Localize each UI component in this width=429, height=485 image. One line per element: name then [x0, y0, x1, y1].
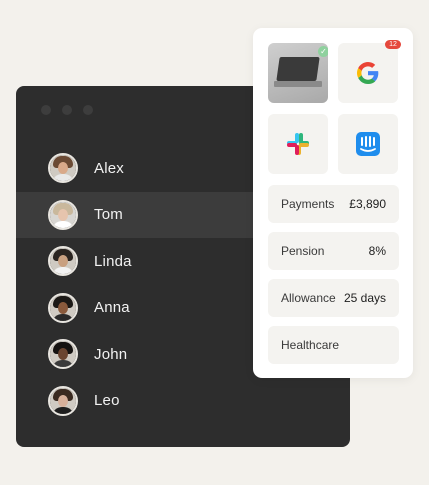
avatar — [48, 199, 78, 230]
maximize-dot[interactable] — [83, 105, 93, 115]
benefit-label: Healthcare — [281, 338, 340, 352]
person-name: John — [94, 345, 128, 363]
benefit-label: Payments — [281, 197, 335, 211]
google-tile[interactable] — [338, 43, 398, 103]
benefit-value: 25 days — [343, 291, 386, 305]
window-controls — [41, 105, 93, 115]
person-name: Alex — [94, 159, 124, 177]
benefit-value: £3,890 — [349, 197, 386, 211]
avatar — [48, 385, 78, 416]
slack-tile[interactable] — [268, 114, 328, 174]
benefit-healthcare[interactable]: Healthcare — [268, 326, 399, 364]
intercom-icon — [356, 132, 380, 156]
person-name: Leo — [94, 392, 120, 410]
avatar — [48, 246, 78, 277]
avatar — [48, 153, 78, 184]
laptop-icon — [276, 57, 320, 81]
benefit-pension[interactable]: Pension 8% — [268, 232, 399, 270]
benefit-payments[interactable]: Payments £3,890 — [268, 185, 399, 223]
intercom-tile[interactable] — [338, 114, 398, 174]
google-icon — [357, 62, 379, 84]
benefit-allowance[interactable]: Allowance 25 days — [268, 279, 399, 317]
person-name: Tom — [94, 206, 123, 224]
benefit-label: Pension — [281, 244, 325, 258]
benefits-card: ✓ 12 Payments £3,890 Pension 8% Allowanc… — [253, 28, 413, 378]
benefit-label: Allowance — [281, 291, 336, 305]
benefit-value: 8% — [368, 244, 386, 258]
person-row-leo[interactable]: Leo — [16, 378, 350, 425]
avatar — [48, 292, 78, 323]
check-icon: ✓ — [318, 46, 328, 57]
minimize-dot[interactable] — [62, 105, 72, 115]
laptop-tile[interactable]: ✓ — [268, 43, 328, 103]
slack-icon — [287, 133, 309, 155]
person-name: Anna — [94, 299, 130, 317]
person-name: Linda — [94, 252, 132, 270]
avatar — [48, 339, 78, 370]
close-dot[interactable] — [41, 105, 51, 115]
notification-badge: 12 — [385, 40, 401, 49]
